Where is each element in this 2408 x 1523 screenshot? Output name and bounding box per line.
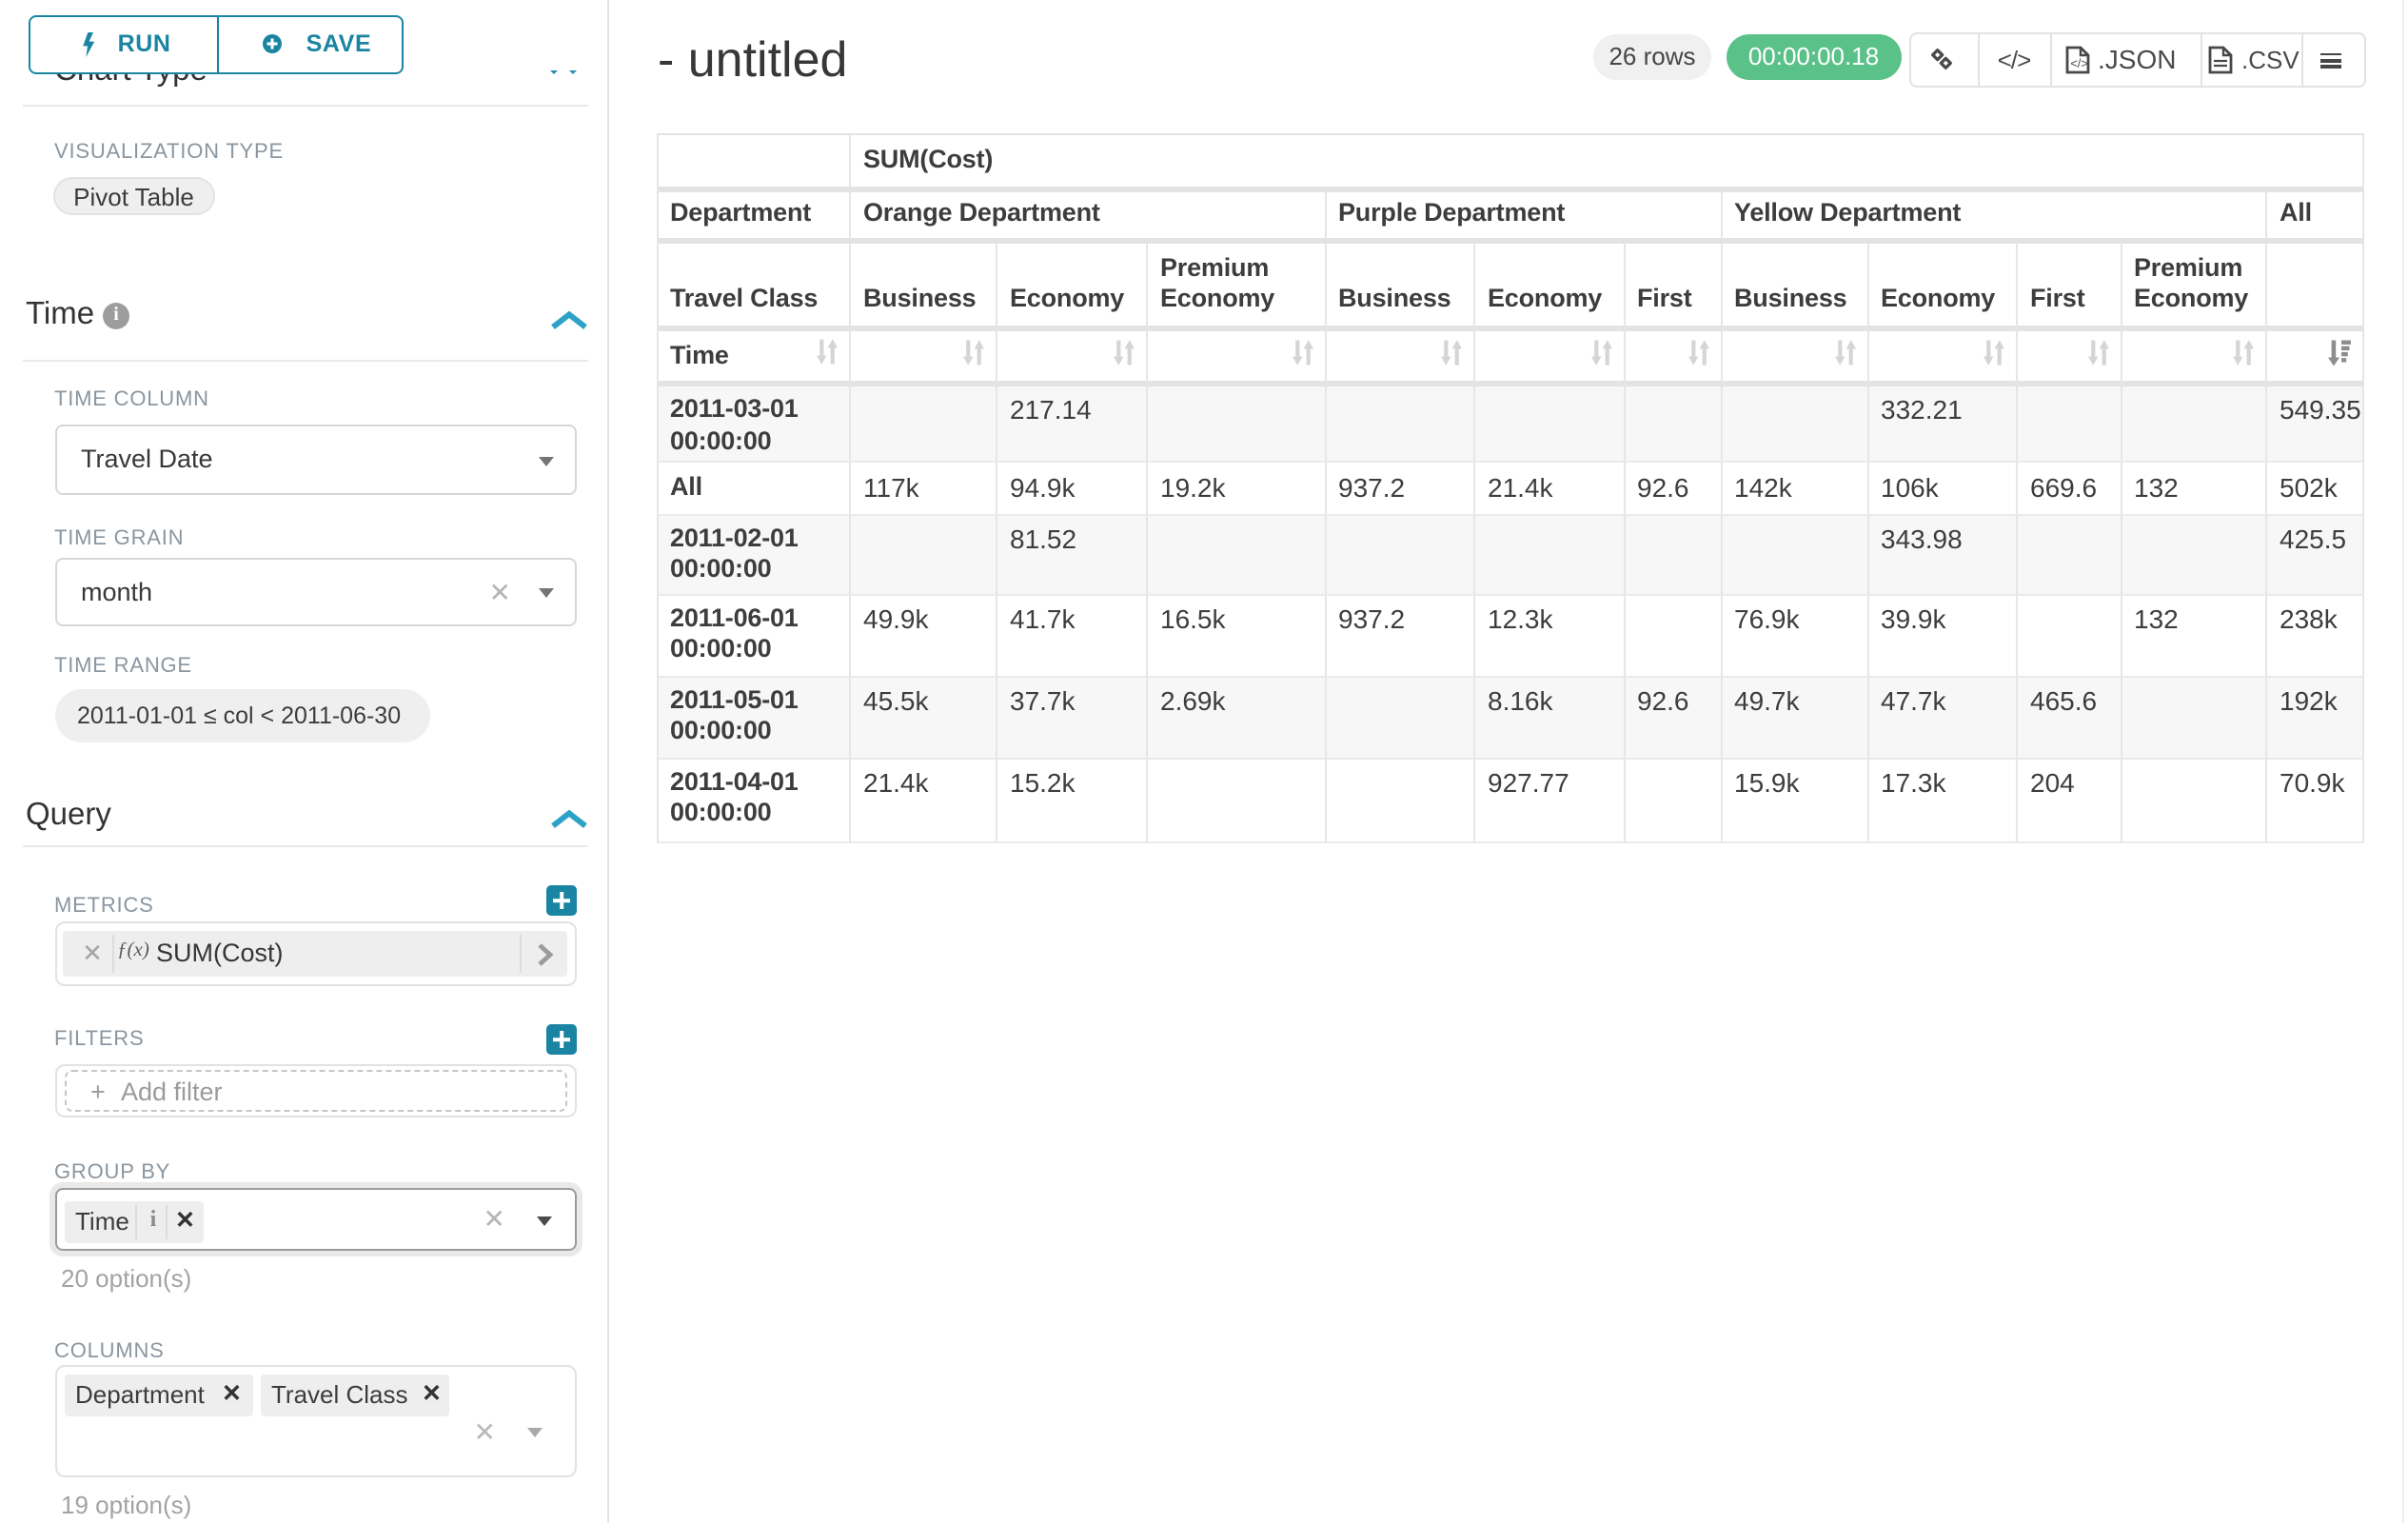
svg-text:</>: </> [2070,56,2088,70]
